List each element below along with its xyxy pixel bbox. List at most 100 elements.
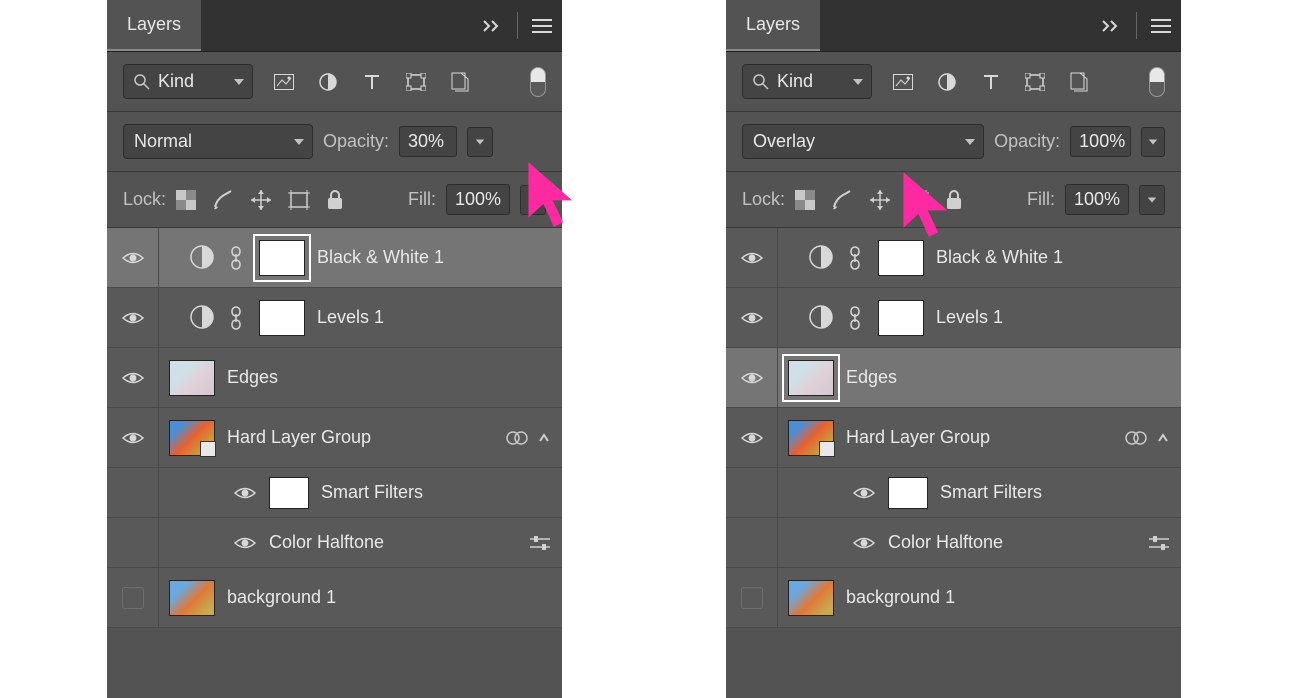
filter-mask-thumb[interactable] [888,477,928,509]
layer-row[interactable]: Levels 1 [107,288,562,348]
visibility-toggle[interactable] [726,408,778,467]
lock-artboard-icon[interactable] [288,190,310,210]
layer-name: Color Halftone [888,532,1003,553]
visibility-toggle[interactable] [726,228,778,287]
filter-adjustment-icon[interactable] [934,71,960,93]
lock-transparency-icon[interactable] [795,190,815,210]
layer-mask-thumb[interactable] [259,240,305,276]
opacity-value[interactable]: 100% [1070,126,1131,157]
layer-row[interactable]: Edges [107,348,562,408]
fill-chevron[interactable] [1139,185,1165,215]
layer-thumb[interactable] [169,580,215,616]
filter-kind-select[interactable]: Kind [742,64,872,99]
filter-smart-icon[interactable] [447,71,473,93]
layer-mask-thumb[interactable] [878,240,924,276]
link-icon [229,246,247,270]
chevron-down-icon [234,79,244,85]
layers-tab[interactable]: Layers [107,0,201,51]
visibility-toggle[interactable] [852,481,876,505]
layer-name: background 1 [846,587,955,608]
opacity-value[interactable]: 30% [399,126,457,157]
layer-row[interactable]: Black & White 1 [726,228,1181,288]
layer-thumb[interactable] [169,420,215,456]
filter-toggle[interactable] [1149,67,1165,97]
visibility-toggle[interactable] [726,568,778,627]
lock-all-icon[interactable] [326,190,344,210]
layer-row[interactable]: Hard Layer Group [726,408,1181,468]
layers-tab[interactable]: Layers [726,0,820,51]
filter-settings-icon[interactable] [1149,535,1169,551]
layer-mask-thumb[interactable] [259,300,305,336]
blend-mode-label: Normal [134,131,286,152]
collapse-icon[interactable] [473,0,513,51]
layer-mask-thumb[interactable] [878,300,924,336]
layer-name: Hard Layer Group [846,427,990,448]
visibility-toggle[interactable] [107,288,159,347]
filter-mask-thumb[interactable] [269,477,309,509]
lock-all-icon[interactable] [945,190,963,210]
lock-paint-icon[interactable] [831,189,853,211]
panel-header: Layers [107,0,562,52]
layer-name: Black & White 1 [317,247,444,268]
link-rings-icon[interactable] [506,430,528,446]
layer-row-child[interactable]: Smart Filters [107,468,562,518]
visibility-toggle[interactable] [107,408,159,467]
layer-row[interactable]: Levels 1 [726,288,1181,348]
lock-paint-icon[interactable] [212,189,234,211]
filter-kind-select[interactable]: Kind [123,64,253,99]
blend-mode-label: Overlay [753,131,957,152]
visibility-toggle[interactable] [726,288,778,347]
filter-smart-icon[interactable] [1066,71,1092,93]
visibility-toggle[interactable] [233,481,257,505]
opacity-chevron[interactable] [1141,127,1165,157]
layer-list: Black & White 1 Levels 1 Edges Hard [726,228,1181,698]
collapse-arrow-icon[interactable] [1157,432,1169,444]
visibility-toggle[interactable] [233,531,257,555]
filter-type-text-icon[interactable] [359,71,385,93]
fill-chevron[interactable] [520,185,546,215]
link-rings-icon[interactable] [1125,430,1147,446]
visibility-toggle[interactable] [726,348,778,407]
layer-thumb[interactable] [788,360,834,396]
visibility-toggle[interactable] [852,531,876,555]
opacity-label: Opacity: [323,131,389,152]
filter-shape-icon[interactable] [403,71,429,93]
visibility-toggle[interactable] [107,348,159,407]
collapse-arrow-icon[interactable] [538,432,550,444]
lock-position-icon[interactable] [250,189,272,211]
lock-transparency-icon[interactable] [176,190,196,210]
layer-row[interactable]: background 1 [107,568,562,628]
panel-menu-icon[interactable] [522,0,562,51]
collapse-icon[interactable] [1092,0,1132,51]
layer-row-child[interactable]: Smart Filters [726,468,1181,518]
layer-row[interactable]: background 1 [726,568,1181,628]
layer-row[interactable]: Edges [726,348,1181,408]
filter-type-icons [271,71,473,93]
layer-row-child[interactable]: Color Halftone [726,518,1181,568]
layer-thumb[interactable] [788,580,834,616]
panel-menu-icon[interactable] [1141,0,1181,51]
filter-toggle[interactable] [530,67,546,97]
fill-value[interactable]: 100% [446,184,510,215]
filter-pixel-icon[interactable] [271,71,297,93]
filter-settings-icon[interactable] [530,535,550,551]
filter-shape-icon[interactable] [1022,71,1048,93]
layer-row[interactable]: Hard Layer Group [107,408,562,468]
filter-type-text-icon[interactable] [978,71,1004,93]
blend-mode-select[interactable]: Normal [123,124,313,159]
layer-row[interactable]: Black & White 1 [107,228,562,288]
visibility-toggle[interactable] [107,228,159,287]
layer-thumb[interactable] [788,420,834,456]
filter-pixel-icon[interactable] [890,71,916,93]
lock-artboard-icon[interactable] [907,190,929,210]
fill-value[interactable]: 100% [1065,184,1129,215]
fill-label: Fill: [1027,189,1055,210]
lock-position-icon[interactable] [869,189,891,211]
layer-row-child[interactable]: Color Halftone [107,518,562,568]
adjustment-icon [808,304,836,332]
blend-mode-select[interactable]: Overlay [742,124,984,159]
layer-thumb[interactable] [169,360,215,396]
opacity-chevron[interactable] [467,127,493,157]
visibility-toggle[interactable] [107,568,159,627]
filter-adjustment-icon[interactable] [315,71,341,93]
